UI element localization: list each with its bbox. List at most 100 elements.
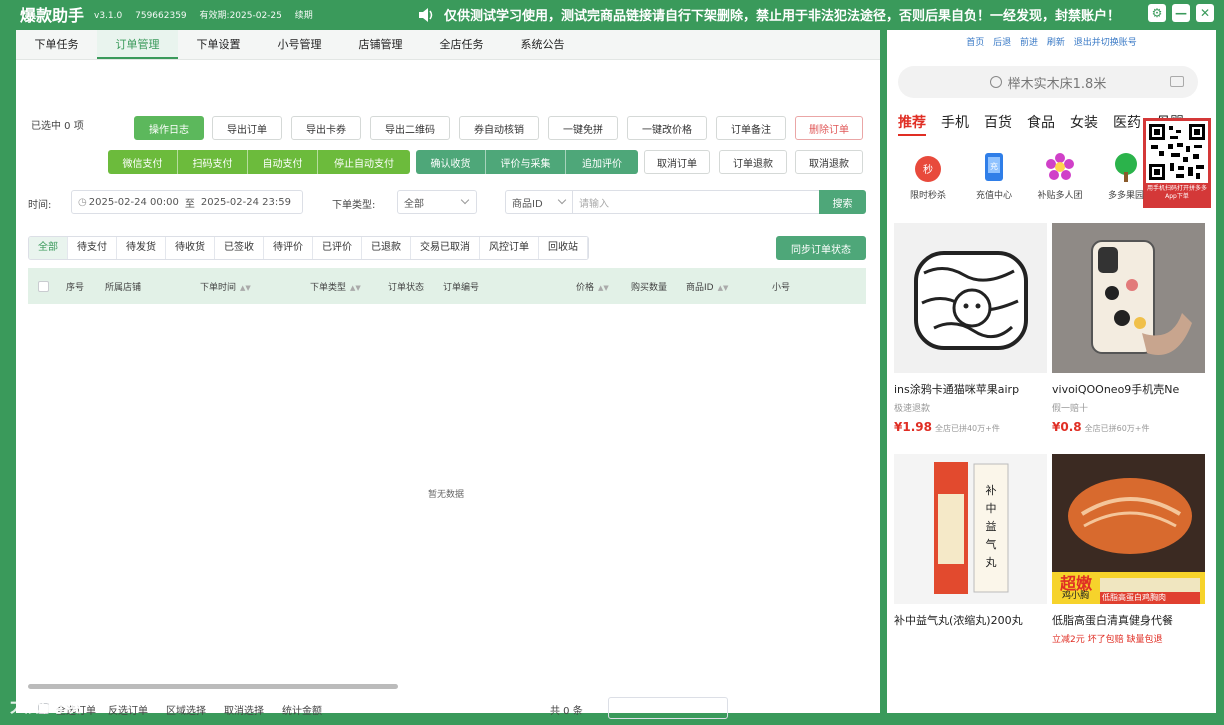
embedded-browser-panel: 首页 后退 前进 刷新 退出并切换账号 榉木实木床1.8米 推荐 手机 百货 食… xyxy=(887,30,1216,713)
status-tab-cancelled[interactable]: 交易已取消 xyxy=(411,237,480,259)
product-search-bar[interactable]: 榉木实木床1.8米 xyxy=(898,66,1198,98)
order-type-select[interactable]: 全部 xyxy=(397,190,477,214)
product-title: 补中益气丸(浓缩丸)200丸 xyxy=(894,614,1023,627)
export-orders-button[interactable]: 导出订单 xyxy=(212,116,282,140)
sort-icon: ▲▼ xyxy=(240,283,251,292)
category-phone[interactable]: 手机 xyxy=(941,112,969,132)
scan-pay-button[interactable]: 扫码支付 xyxy=(178,150,248,174)
horizontal-scrollbar[interactable] xyxy=(28,684,398,689)
col-product-id[interactable]: 商品ID ▲▼ xyxy=(686,280,728,293)
table-header: 序号 所属店铺 下单时间 ▲▼ 下单类型 ▲▼ 订单状态 订单编号 价格 ▲▼ 购买数… xyxy=(28,268,866,304)
status-tab-all[interactable]: 全部 xyxy=(29,237,68,259)
status-tab-pending-receipt[interactable]: 待收货 xyxy=(166,237,215,259)
col-order-time[interactable]: 下单时间 ▲▼ xyxy=(200,280,251,293)
auto-pay-button[interactable]: 自动支付 xyxy=(248,150,318,174)
export-qrcode-button[interactable]: 导出二维码 xyxy=(370,116,450,140)
tab-order-management[interactable]: 订单管理 xyxy=(97,30,178,59)
confirm-receipt-button[interactable]: 确认收货 xyxy=(416,150,486,174)
product-id-select[interactable]: 商品ID xyxy=(505,190,573,214)
product-price: ¥1.98 全店已拼40万+件 xyxy=(894,420,1047,434)
category-medicine[interactable]: 医药 xyxy=(1113,112,1141,132)
status-tab-pending-payment[interactable]: 待支付 xyxy=(68,237,117,259)
auto-redeem-coupon-button[interactable]: 券自动核销 xyxy=(459,116,539,140)
status-tab-recycle-bin[interactable]: 回收站 xyxy=(539,237,588,259)
camera-icon[interactable] xyxy=(1170,76,1184,87)
cancel-selection-link[interactable]: 取消选择 xyxy=(224,702,264,717)
tree-icon xyxy=(1109,150,1143,184)
col-order-type[interactable]: 下单类型 ▲▼ xyxy=(310,280,361,293)
status-tab-reviewed[interactable]: 已评价 xyxy=(313,237,362,259)
category-recommend[interactable]: 推荐 xyxy=(898,112,926,132)
nav-home[interactable]: 首页 xyxy=(966,38,984,48)
page-size-select[interactable] xyxy=(608,697,728,719)
account-id: 759662359 xyxy=(135,10,187,21)
col-product-id-label: 商品ID xyxy=(686,283,714,293)
product-card[interactable]: vivoiQOOneo9手机壳Ne 假一赔十 ¥0.8 全店已拼60万+件 xyxy=(1052,223,1205,434)
cancel-refund-button[interactable]: 取消退款 xyxy=(795,150,863,174)
tab-shop-tasks[interactable]: 全店任务 xyxy=(421,30,502,59)
sort-icon: ▲▼ xyxy=(598,283,609,292)
product-id-input[interactable]: 请输入 xyxy=(572,190,820,214)
wechat-pay-button[interactable]: 微信支付 xyxy=(108,150,178,174)
tab-account-management[interactable]: 小号管理 xyxy=(259,30,340,59)
nav-logout-switch[interactable]: 退出并切换账号 xyxy=(1074,38,1137,48)
product-card[interactable]: ins涂鸦卡通猫咪苹果airp 极速退款 ¥1.98 全店已拼40万+件 xyxy=(894,223,1047,434)
renew-link[interactable]: 续期 xyxy=(295,11,313,21)
cancel-order-button[interactable]: 取消订单 xyxy=(644,150,710,174)
close-icon[interactable]: ✕ xyxy=(1196,4,1214,22)
date-range-picker[interactable]: ◷ 2025-02-24 00:00 至 2025-02-24 23:59 xyxy=(71,190,303,214)
tab-shop-management[interactable]: 店铺管理 xyxy=(340,30,421,59)
orchard-entry[interactable]: 多多果园 xyxy=(1093,150,1159,201)
status-tab-risk-control[interactable]: 风控订单 xyxy=(480,237,539,259)
append-review-button[interactable]: 追加评价 xyxy=(566,150,638,174)
product-card[interactable]: 超嫩 鸡小胸 低脂高蛋白鸡胸肉 低脂高蛋白清真健身代餐 立减2元 坏了包赔 缺量… xyxy=(1052,454,1205,645)
status-tab-refunded[interactable]: 已退款 xyxy=(362,237,411,259)
col-price[interactable]: 价格 ▲▼ xyxy=(576,280,609,293)
flash-sale-label: 限时秒杀 xyxy=(909,191,946,201)
product-card[interactable]: 补 中 益 气 丸 补中益气丸(浓缩丸)200丸 xyxy=(894,454,1047,628)
invert-selection-link[interactable]: 反选订单 xyxy=(108,702,148,717)
review-collect-button[interactable]: 评价与采集 xyxy=(486,150,566,174)
nav-forward[interactable]: 前进 xyxy=(1020,38,1038,48)
settings-gear-icon[interactable]: ⚙ xyxy=(1148,4,1166,22)
tab-order-settings[interactable]: 下单设置 xyxy=(178,30,259,59)
operation-log-button[interactable]: 操作日志 xyxy=(134,116,204,140)
category-women[interactable]: 女装 xyxy=(1070,112,1098,132)
tab-order-task[interactable]: 下单任务 xyxy=(16,30,97,59)
one-click-no-group-button[interactable]: 一键免拼 xyxy=(548,116,618,140)
group-subsidy-entry[interactable]: 补贴多人团 xyxy=(1027,150,1093,201)
delete-order-button[interactable]: 删除订单 xyxy=(795,116,863,140)
nav-back[interactable]: 后退 xyxy=(993,38,1011,48)
recharge-center-entry[interactable]: 充 充值中心 xyxy=(961,150,1027,201)
status-tab-pending-review[interactable]: 待评价 xyxy=(264,237,313,259)
table-body: 暂无数据 xyxy=(28,304,866,689)
export-coupons-button[interactable]: 导出卡券 xyxy=(291,116,361,140)
app-meta: v3.1.0 759662359 有效期:2025-02-25 续期 xyxy=(94,8,323,21)
recharge-icon: 充 xyxy=(977,150,1011,184)
status-tab-signed[interactable]: 已签收 xyxy=(215,237,264,259)
status-tab-pending-shipment[interactable]: 待发货 xyxy=(117,237,166,259)
sync-order-status-button[interactable]: 同步订单状态 xyxy=(776,236,866,260)
category-general[interactable]: 百货 xyxy=(984,112,1012,132)
col-shop: 所属店铺 xyxy=(105,283,142,293)
empty-state: 暂无数据 xyxy=(428,490,465,500)
receive-button-group: 确认收货 评价与采集 追加评价 xyxy=(416,150,638,174)
category-food[interactable]: 食品 xyxy=(1027,112,1055,132)
tab-system-notice[interactable]: 系统公告 xyxy=(502,30,583,59)
stop-auto-pay-button[interactable]: 停止自动支付 xyxy=(318,150,410,174)
sum-amount-link[interactable]: 统计金额 xyxy=(282,702,322,717)
select-all-checkbox[interactable] xyxy=(38,281,49,292)
group-subsidy-label: 补贴多人团 xyxy=(1037,191,1083,201)
one-click-change-price-button[interactable]: 一键改价格 xyxy=(627,116,707,140)
order-status-tabs: 全部 待支付 待发货 待收货 已签收 待评价 已评价 已退款 交易已取消 风控订… xyxy=(28,236,589,260)
region-select-link[interactable]: 区域选择 xyxy=(166,702,206,717)
window-controls: ⚙ — ✕ xyxy=(1148,4,1214,22)
order-refund-button[interactable]: 订单退款 xyxy=(719,150,787,174)
minimize-icon[interactable]: — xyxy=(1172,4,1190,22)
search-button[interactable]: 搜索 xyxy=(819,190,866,214)
nav-refresh[interactable]: 刷新 xyxy=(1047,38,1065,48)
content-area: 已选中 0 项 操作日志 导出订单 导出卡券 导出二维码 券自动核销 一键免拼 … xyxy=(16,61,880,719)
order-remark-button[interactable]: 订单备注 xyxy=(716,116,786,140)
chevron-down-icon xyxy=(460,195,470,205)
flash-sale-entry[interactable]: 秒 限时秒杀 xyxy=(895,150,961,201)
